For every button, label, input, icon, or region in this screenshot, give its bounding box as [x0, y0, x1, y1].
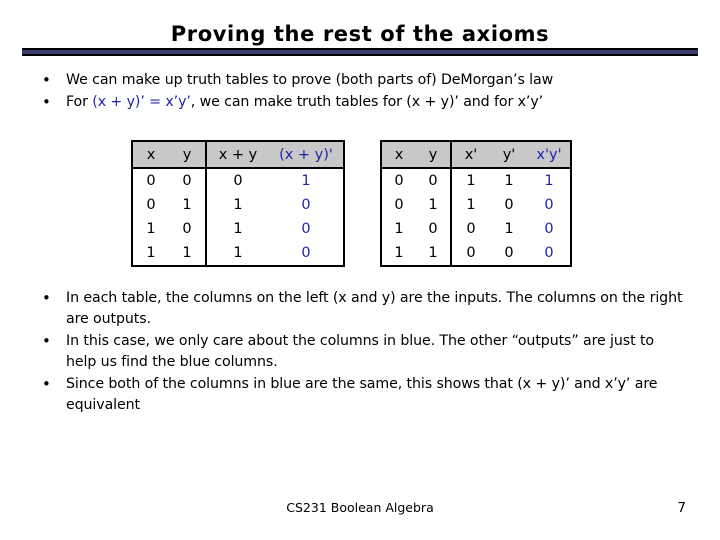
table-cell: 0 — [301, 221, 311, 237]
bullet-list-top: • We can make up truth tables to prove (b… — [36, 70, 684, 114]
bullet-text-segment: For — [66, 94, 93, 110]
column-header: y' — [490, 142, 528, 169]
table-cell: 1 — [504, 221, 514, 237]
bullet-text: We can make up truth tables to prove (bo… — [66, 70, 684, 91]
bullet-item: • Since both of the columns in blue are t… — [36, 374, 684, 416]
table-cell: 0 — [544, 221, 554, 237]
bullet-text-segment: (x + y)’ = x’y’ — [92, 94, 191, 110]
table-row: 00111 — [382, 168, 570, 193]
table-cell: 0 — [394, 173, 404, 189]
table-header-row: xyx + y (x + y)' — [133, 142, 343, 169]
bullet-text-segment: In each table, the columns on the left (… — [66, 290, 683, 327]
bullet-text: For (x + y)’ = x’y’, we can make truth t… — [66, 92, 684, 113]
table-row: 10010 — [382, 217, 570, 241]
bullet-text-segment: We can make up truth tables to prove (bo… — [66, 72, 554, 88]
table-cell: 0 — [504, 245, 514, 261]
bullet-marker-icon: • — [42, 71, 51, 89]
column-header: y — [416, 142, 451, 169]
column-header: x'y' — [528, 142, 570, 169]
table-cell: 0 — [394, 197, 404, 213]
column-header: x — [133, 142, 169, 169]
bullet-marker-icon: • — [42, 93, 51, 111]
table-cell: 0 — [428, 221, 438, 237]
table-cell: 0 — [146, 197, 156, 213]
bullet-marker-icon: • — [42, 375, 51, 393]
table-cell: 1 — [182, 245, 192, 261]
bullet-text: Since both of the columns in blue are th… — [66, 374, 684, 416]
table-cell: 1 — [394, 245, 404, 261]
bullet-text-segment: Since both of the columns in blue are th… — [66, 376, 658, 413]
title-divider-rule — [22, 48, 698, 56]
truth-table-left-grid: xyx + y (x + y)' 0001011010101110 — [133, 142, 343, 265]
bullet-text-segment: In this case, we only care about the col… — [66, 333, 654, 370]
table-cell: 1 — [450, 193, 490, 217]
truth-table-right-grid: x y x' y' x'y' 00111011001001011000 — [382, 142, 570, 265]
bullet-item: • In this case, we only care about the co… — [36, 331, 684, 373]
bullet-text: In each table, the columns on the left (… — [66, 288, 684, 330]
table-cell: 1 — [394, 221, 404, 237]
table-cell: 1 — [182, 197, 192, 213]
table-cell: 0 — [504, 197, 514, 213]
column-header: (x + y)' — [269, 142, 343, 169]
table-row: 1010 — [133, 217, 343, 241]
table-cell: 0 — [301, 197, 311, 213]
table-row: 11000 — [382, 241, 570, 265]
table-cell: 0 — [146, 173, 156, 189]
truth-table-left: xyx + y (x + y)' 0001011010101110 — [131, 140, 345, 267]
table-cell: 1 — [504, 173, 514, 189]
table-cell: 1 — [146, 221, 156, 237]
table-cell: 0 — [428, 173, 438, 189]
bullet-marker-icon: • — [42, 332, 51, 350]
table-cell: 0 — [182, 221, 192, 237]
truth-table-left-body: 0001011010101110 — [133, 168, 343, 265]
table-cell: 0 — [301, 245, 311, 261]
truth-table-right-header: x y x' y' x'y' — [382, 142, 570, 169]
table-row: 0 11 0 — [133, 193, 343, 217]
table-cell: 0 — [544, 197, 554, 213]
bullet-marker-icon: • — [42, 289, 51, 307]
table-row: 01100 — [382, 193, 570, 217]
table-cell: 1 — [301, 173, 311, 189]
column-header: x + y — [205, 142, 269, 169]
table-cell: 1 — [450, 168, 490, 193]
table-row: 0001 — [133, 168, 343, 193]
table-cell: 1 — [428, 245, 438, 261]
footer-page-number: 7 — [677, 500, 686, 516]
footer-course-label: CS231 Boolean Algebra — [286, 500, 434, 515]
column-header: x — [382, 142, 416, 169]
truth-table-right: x y x' y' x'y' 00111011001001011000 — [380, 140, 572, 267]
bullet-item: • For (x + y)’ = x’y’, we can make truth … — [36, 92, 684, 113]
bullet-text-segment: , we can make truth tables for (x + y)’ … — [190, 94, 544, 110]
table-cell: 1 — [146, 245, 156, 261]
bullet-item: • In each table, the columns on the left … — [36, 288, 684, 330]
bullet-list-bottom: • In each table, the columns on the left … — [36, 288, 684, 417]
column-header: x' — [450, 142, 490, 169]
table-cell: 0 — [205, 168, 269, 193]
table-cell: 1 — [205, 241, 269, 265]
table-cell: 1 — [205, 193, 269, 217]
table-cell: 0 — [182, 173, 192, 189]
column-header: y — [169, 142, 206, 169]
page-title: Proving the rest of the axioms — [170, 22, 550, 46]
table-cell: 0 — [450, 217, 490, 241]
bullet-text: In this case, we only care about the col… — [66, 331, 684, 373]
truth-table-right-body: 00111011001001011000 — [382, 168, 570, 265]
table-cell: 1 — [428, 197, 438, 213]
table-cell: 0 — [450, 241, 490, 265]
table-header-row: x y x' y' x'y' — [382, 142, 570, 169]
table-cell: 1 — [205, 217, 269, 241]
bullet-item: • We can make up truth tables to prove (b… — [36, 70, 684, 91]
table-cell: 1 — [544, 173, 554, 189]
table-row: 1110 — [133, 241, 343, 265]
table-cell: 0 — [544, 245, 554, 261]
truth-table-left-header: xyx + y (x + y)' — [133, 142, 343, 169]
